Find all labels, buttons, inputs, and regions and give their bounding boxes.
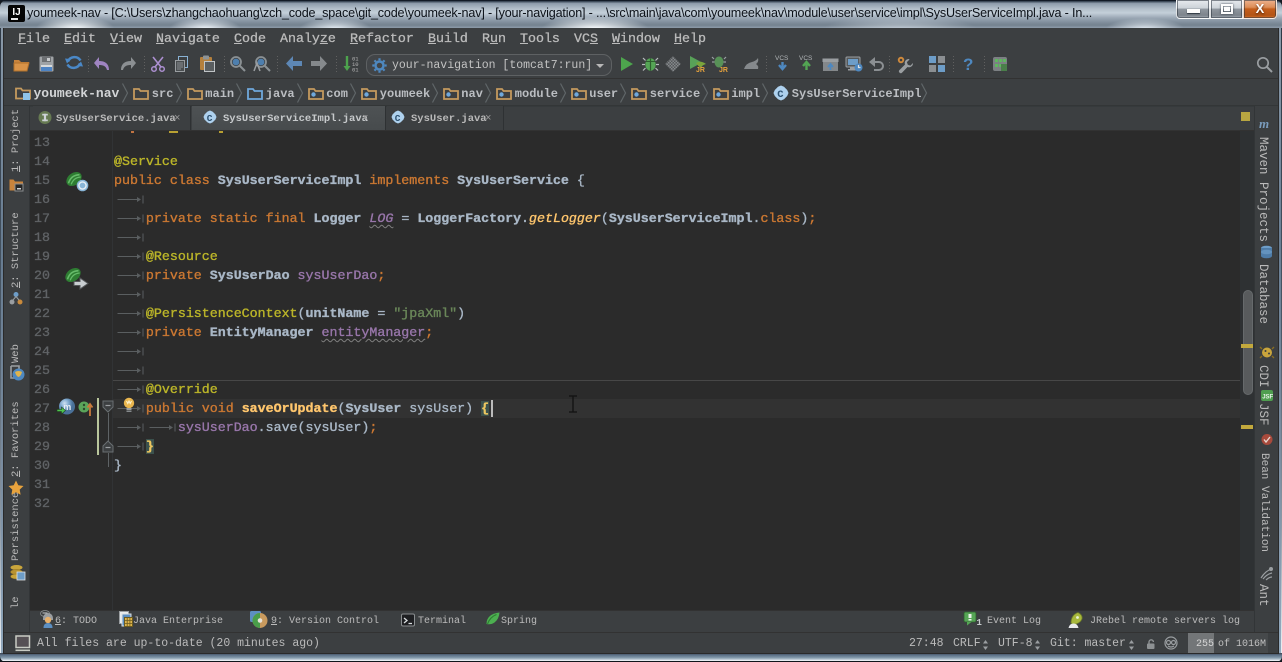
svg-text:C: C	[395, 113, 401, 124]
svg-text:JSF: JSF	[1262, 395, 1273, 401]
svg-text:JR: JR	[696, 67, 705, 74]
svg-text:JR: JR	[719, 67, 728, 74]
svg-text:m: m	[1259, 116, 1269, 131]
svg-text:1: 1	[977, 618, 983, 628]
svg-text:?: ?	[963, 55, 973, 74]
svg-text:VCS: VCS	[775, 55, 789, 62]
svg-text:C: C	[778, 89, 785, 101]
svg-text:C: C	[207, 113, 213, 124]
svg-text:01: 01	[352, 67, 359, 74]
